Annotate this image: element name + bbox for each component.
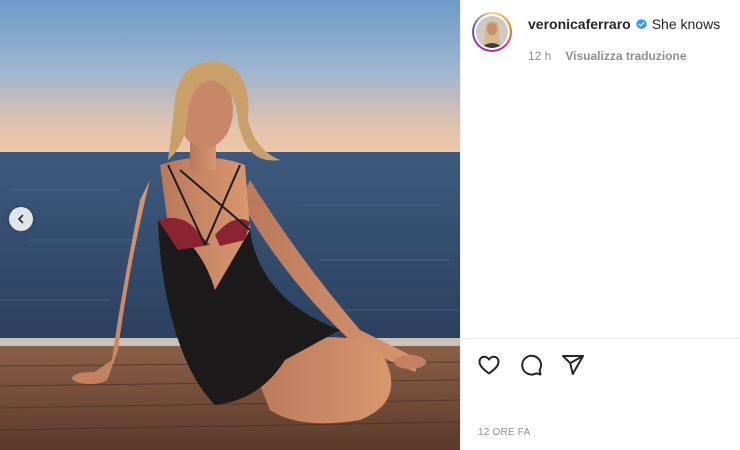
share-button[interactable] [560,352,586,378]
previous-photo-button[interactable] [9,207,33,231]
see-translation-button[interactable]: Visualizza traduzione [565,49,686,63]
comment-icon [521,354,543,376]
heart-icon [478,355,500,375]
caption-meta: 12 h Visualizza traduzione [528,49,687,63]
avatar-image [476,16,508,48]
comment-button[interactable] [518,352,544,378]
action-bar [476,352,586,378]
like-button[interactable] [476,352,502,378]
photo-scene [0,0,460,450]
panel-divider [460,0,461,450]
chevron-left-icon [18,214,24,224]
post-age: 12 h [528,49,552,63]
post-side-panel [460,0,740,450]
send-icon [562,355,584,375]
verified-badge-icon [635,18,648,31]
post-caption: veronicaferraro She knows [528,16,720,32]
profile-avatar[interactable] [472,12,512,52]
post-timestamp: 12 ORE FA [478,427,531,438]
username-link[interactable]: veronicaferraro [528,16,631,32]
actions-divider [461,338,740,339]
caption-text: She knows [651,16,721,32]
post-photo[interactable] [0,0,460,450]
